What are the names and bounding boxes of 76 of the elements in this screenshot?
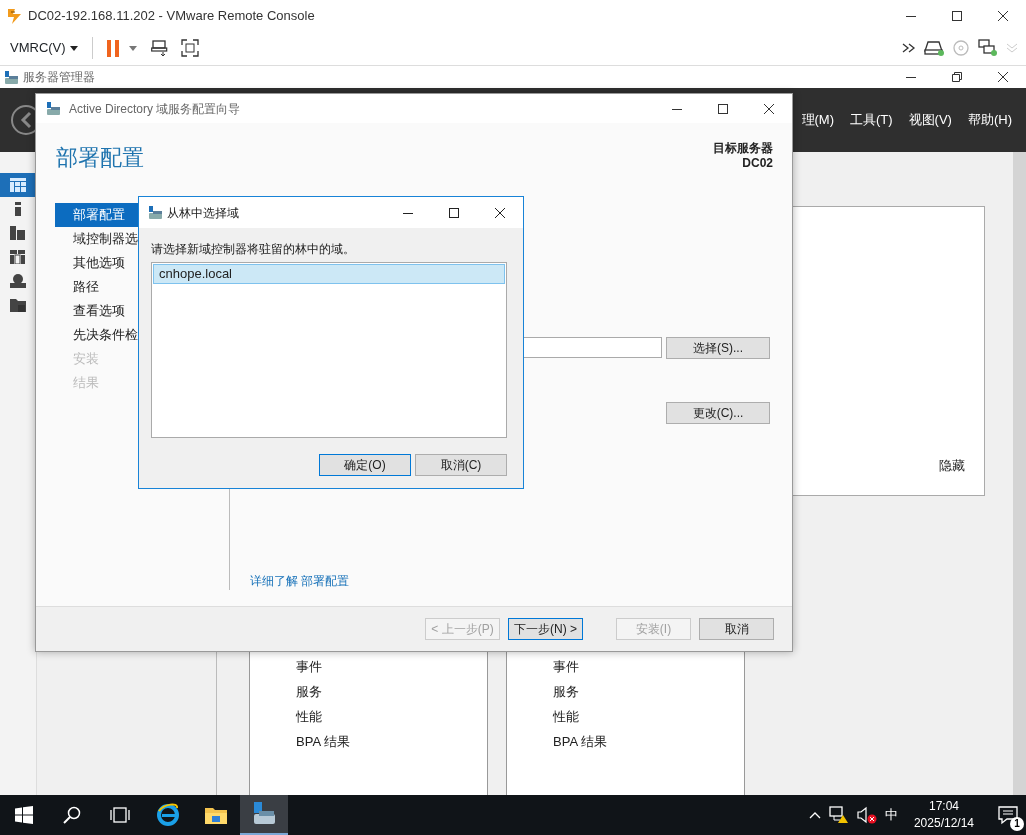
window-title: 服务器管理器 xyxy=(23,69,95,86)
tile-link[interactable]: 事件 xyxy=(553,654,744,679)
send-keys-icon[interactable] xyxy=(150,39,169,57)
close-icon[interactable] xyxy=(998,72,1008,82)
wizard-button[interactable]: 下一步(N) > xyxy=(508,618,583,640)
dialog-button[interactable]: 确定(O) xyxy=(319,454,411,476)
domain-list-item[interactable]: cnhope.local xyxy=(153,264,505,284)
select-button[interactable]: 选择(S)... xyxy=(666,337,770,359)
start-icon[interactable] xyxy=(15,806,33,824)
sidebar-nav-icon[interactable] xyxy=(10,274,26,288)
close-icon[interactable] xyxy=(764,103,774,114)
caret-icon xyxy=(69,45,78,51)
maximize-icon[interactable] xyxy=(718,103,728,114)
server-manager-icon xyxy=(148,205,163,220)
network-warning-icon[interactable] xyxy=(828,806,849,824)
caret-icon[interactable] xyxy=(128,45,137,51)
tile-link[interactable]: 性能 xyxy=(296,704,487,729)
folder-icon[interactable] xyxy=(204,805,228,825)
chevron-up-icon[interactable] xyxy=(808,811,821,819)
fullscreen-icon[interactable] xyxy=(180,39,199,57)
hide-link[interactable]: 隐藏 xyxy=(939,455,965,475)
volume-muted-icon[interactable] xyxy=(856,806,877,824)
wizard-step[interactable]: 部署配置 xyxy=(55,203,138,227)
prompt-text: 请选择新域控制器将驻留的林中的域。 xyxy=(151,241,356,258)
menu-item[interactable]: 视图(V) xyxy=(908,110,952,130)
tile-link[interactable]: 服务 xyxy=(553,679,744,704)
wizard-button[interactable]: 取消 xyxy=(699,618,774,640)
sidebar-nav-icon[interactable] xyxy=(10,250,26,264)
dialog-button[interactable]: 取消(C) xyxy=(415,454,507,476)
dialog-title: 从林中选择域 xyxy=(167,204,239,222)
tile-link[interactable]: 性能 xyxy=(553,704,744,729)
wizard-step[interactable]: 查看选项 xyxy=(55,299,138,323)
close-icon[interactable] xyxy=(495,207,505,218)
domain-list[interactable]: cnhope.local xyxy=(151,262,507,438)
page-heading: 部署配置 xyxy=(56,144,144,172)
clock-date[interactable]: 2025/12/14 xyxy=(913,815,974,832)
vmrc-menu-button[interactable]: VMRC(V) xyxy=(4,36,84,60)
tile-link[interactable]: BPA 结果 xyxy=(553,729,744,754)
learn-more-link[interactable]: 详细了解 部署配置 xyxy=(250,572,792,590)
pause-icon[interactable] xyxy=(106,39,119,57)
menu-item[interactable]: 帮助(H) xyxy=(967,110,1012,130)
menu-item[interactable]: 工具(T) xyxy=(850,110,893,130)
wizard-step[interactable]: 先决条件检 xyxy=(55,323,138,347)
maximize-icon[interactable] xyxy=(449,207,459,218)
menu-item[interactable]: 理(M) xyxy=(801,110,834,130)
wizard-step[interactable]: 域控制器选 xyxy=(55,227,138,251)
server-manager-icon[interactable] xyxy=(251,801,277,827)
restore-icon[interactable] xyxy=(952,72,962,82)
notification-icon[interactable] xyxy=(998,805,1018,825)
change-button[interactable]: 更改(C)... xyxy=(666,402,770,424)
network-icon[interactable] xyxy=(978,39,998,57)
target-server-label: 目标服务器 xyxy=(713,141,773,156)
notification-count: 1 xyxy=(1010,817,1024,831)
browser-icon[interactable] xyxy=(156,803,180,827)
double-chevron-icon[interactable] xyxy=(902,43,916,53)
scrollbar[interactable] xyxy=(1013,152,1026,795)
server-manager-icon xyxy=(4,69,19,85)
search-icon[interactable] xyxy=(63,806,81,824)
wizard-step[interactable]: 路径 xyxy=(55,275,138,299)
server-manager-icon xyxy=(46,101,61,116)
target-server-name: DC02 xyxy=(741,156,773,171)
maximize-icon[interactable] xyxy=(952,10,962,21)
drive-icon[interactable] xyxy=(924,40,944,56)
sidebar-nav-icon[interactable] xyxy=(10,226,26,240)
tile-link[interactable]: BPA 结果 xyxy=(296,729,487,754)
wizard-step[interactable]: 其他选项 xyxy=(55,251,138,275)
sidebar-nav-icon[interactable] xyxy=(10,298,26,312)
clock-time[interactable]: 17:04 xyxy=(913,798,974,815)
window-title: Active Directory 域服务配置向导 xyxy=(69,100,241,118)
lightning-logo-icon xyxy=(6,6,24,25)
tile-link[interactable]: 事件 xyxy=(296,654,487,679)
input-method-indicator[interactable]: 中 xyxy=(884,805,898,825)
window-title: DC02-192.168.11.202 - VMware Remote Console xyxy=(28,6,315,25)
close-icon[interactable] xyxy=(998,10,1008,21)
task-view-icon[interactable] xyxy=(110,807,130,823)
tile-link[interactable]: 服务 xyxy=(296,679,487,704)
